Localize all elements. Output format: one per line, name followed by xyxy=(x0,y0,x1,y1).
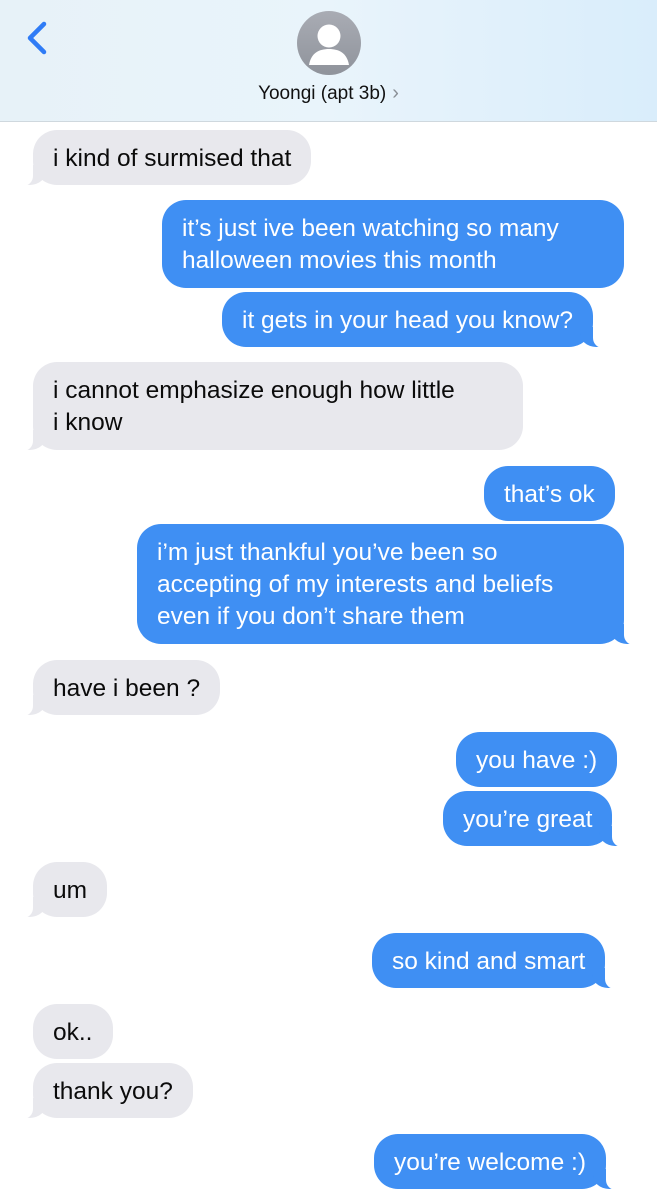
sent-message-bubble[interactable]: it gets in your head you know? xyxy=(222,292,605,348)
messages-screen: Yoongi (apt 3b) › i kind of surmised that… xyxy=(0,0,657,1200)
message-text-line: i know xyxy=(53,409,123,436)
contact-name-button[interactable]: Yoongi (apt 3b) › xyxy=(0,82,657,105)
message-text-line: have i been ? xyxy=(53,675,201,702)
received-message-bubble[interactable]: um xyxy=(20,862,108,918)
message-text-line: i’m just thankful you’ve been so xyxy=(157,539,498,566)
contact-name-label: Yoongi (apt 3b) xyxy=(258,83,387,104)
sent-message-bubble[interactable]: you’re welcome :) xyxy=(374,1134,618,1190)
message-text-line: that’s ok xyxy=(504,481,595,508)
message-text-line: accepting of my interests and beliefs xyxy=(157,571,554,598)
received-message-bubble[interactable]: have i been ? xyxy=(20,660,221,716)
person-placeholder-icon xyxy=(309,24,349,65)
received-message-bubble[interactable]: ok.. xyxy=(33,1004,113,1059)
message-text-line: you’re welcome :) xyxy=(394,1149,586,1176)
message-text-line: you’re great xyxy=(463,806,593,833)
contact-avatar[interactable] xyxy=(297,11,361,75)
sent-message-bubble[interactable]: so kind and smart xyxy=(372,933,618,989)
message-text-line: it gets in your head you know? xyxy=(242,307,573,334)
chevron-left-icon xyxy=(27,21,47,55)
received-message-bubble[interactable]: thank you? xyxy=(21,1063,193,1119)
message-text-line: um xyxy=(53,877,88,904)
received-message-bubble[interactable]: i kind of surmised that xyxy=(20,130,312,186)
sent-message-bubble[interactable]: you’re great xyxy=(443,791,625,847)
message-text-line: you have :) xyxy=(476,747,598,774)
message-text-line: ok.. xyxy=(53,1019,93,1046)
chevron-right-icon: › xyxy=(392,82,399,104)
sent-message-bubble[interactable]: that’s ok xyxy=(484,466,615,521)
message-text-line: halloween movies this month xyxy=(182,247,497,274)
message-text-line: i cannot emphasize enough how little xyxy=(53,377,455,404)
message-text-line: it’s just ive been watching so many xyxy=(182,215,559,242)
message-text-line: even if you don’t share them xyxy=(157,603,465,630)
message-text-line: thank you? xyxy=(53,1078,173,1105)
sent-message-bubble[interactable]: you have :) xyxy=(456,732,618,787)
sent-message-bubble[interactable]: i’m just thankful you’ve been so accepti… xyxy=(137,524,636,645)
sent-message-bubble[interactable]: it’s just ive been watching so many hall… xyxy=(162,200,624,288)
conversation-header: Yoongi (apt 3b) › xyxy=(0,0,657,122)
back-button[interactable] xyxy=(22,18,54,58)
received-message-bubble[interactable]: i cannot emphasize enough how little i k… xyxy=(21,362,523,451)
message-text-line: i kind of surmised that xyxy=(53,145,292,172)
message-text-line: so kind and smart xyxy=(392,948,586,975)
